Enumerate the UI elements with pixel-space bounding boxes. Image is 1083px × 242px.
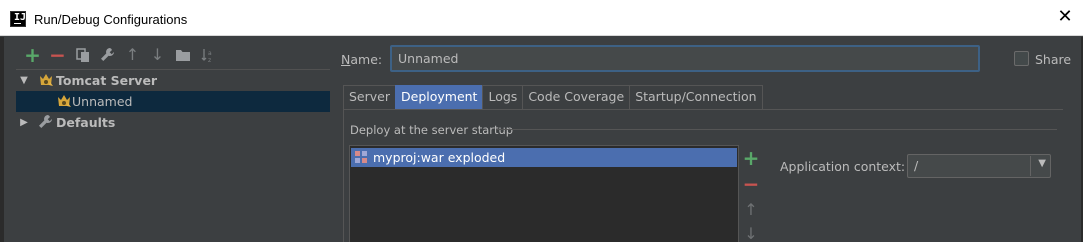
tab-startup-connection[interactable]: Startup/Connection — [629, 85, 763, 109]
application-context-combo[interactable]: / ▼ — [907, 154, 1051, 178]
share-label: Share — [1035, 52, 1072, 67]
configurations-toolbar: + − ↑ ↓ az — [20, 45, 220, 65]
tree-item-defaults[interactable]: ▶ Defaults — [16, 112, 330, 133]
move-up-icon[interactable]: ↑ — [120, 46, 145, 64]
config-tabs: Server Deployment Logs Code Coverage Sta… — [343, 85, 763, 109]
tree-item-label: Unnamed — [72, 94, 133, 109]
svg-text:a: a — [208, 50, 212, 57]
add-icon[interactable]: + — [20, 45, 45, 65]
chevron-down-icon[interactable]: ▼ — [1038, 158, 1046, 169]
tree-item-label: Defaults — [56, 115, 116, 130]
artifact-item[interactable]: myproj:war exploded — [351, 148, 737, 167]
remove-artifact-icon[interactable]: − — [740, 174, 762, 194]
share-checkbox[interactable] — [1014, 51, 1029, 66]
copy-icon[interactable] — [70, 46, 95, 64]
artifact-label: myproj:war exploded — [373, 150, 506, 165]
tab-code-coverage[interactable]: Code Coverage — [522, 85, 631, 109]
move-up-icon[interactable]: ↑ — [740, 200, 762, 220]
configurations-tree: ▼ Tomcat Server Unnamed ▶ Defaults — [16, 69, 330, 133]
left-edge — [0, 37, 4, 242]
tab-server[interactable]: Server — [343, 85, 396, 109]
tree-item-unnamed[interactable]: Unnamed — [16, 91, 330, 112]
deploy-section-label: Deploy at the server startup — [350, 123, 514, 137]
remove-icon[interactable]: − — [45, 45, 70, 65]
window-title: Run/Debug Configurations — [34, 12, 188, 27]
tab-logs[interactable]: Logs — [482, 85, 524, 109]
artifact-icon — [354, 150, 368, 164]
tree-item-tomcat-server[interactable]: ▼ Tomcat Server — [16, 70, 330, 91]
add-artifact-icon[interactable]: + — [740, 148, 762, 168]
folder-icon[interactable] — [170, 46, 195, 64]
name-label: Name: — [341, 52, 382, 67]
name-field[interactable]: Unnamed — [390, 45, 980, 72]
collapse-arrow-icon[interactable]: ▶ — [18, 112, 30, 133]
move-down-icon[interactable]: ↓ — [145, 46, 170, 64]
tomcat-icon — [38, 72, 54, 88]
configurations-panel: + − ↑ ↓ az ▼ Tomcat Server Unnamed ▶ Def… — [0, 37, 330, 242]
section-divider — [497, 129, 1057, 130]
tomcat-config-icon — [56, 93, 72, 109]
sort-icon[interactable]: az — [195, 46, 220, 64]
name-label-rest: ame: — [350, 52, 383, 67]
expand-arrow-icon[interactable]: ▼ — [18, 70, 30, 91]
tree-item-label: Tomcat Server — [56, 73, 158, 88]
combo-separator — [1030, 156, 1031, 176]
move-down-icon[interactable]: ↓ — [740, 224, 762, 242]
application-context-value: / — [914, 158, 919, 173]
wrench-icon[interactable] — [95, 46, 120, 64]
wrench-icon — [38, 114, 54, 130]
tab-deployment[interactable]: Deployment — [395, 85, 484, 109]
svg-text:z: z — [208, 57, 211, 63]
intellij-app-icon: IJ — [10, 11, 26, 27]
title-bar: IJ Run/Debug Configurations ✕ — [0, 0, 1083, 36]
deployment-artifact-list[interactable]: myproj:war exploded — [349, 145, 739, 242]
application-context-label: Application context: — [780, 159, 906, 174]
close-icon[interactable]: ✕ — [1057, 7, 1073, 27]
name-label-mnemonic: N — [341, 52, 351, 67]
